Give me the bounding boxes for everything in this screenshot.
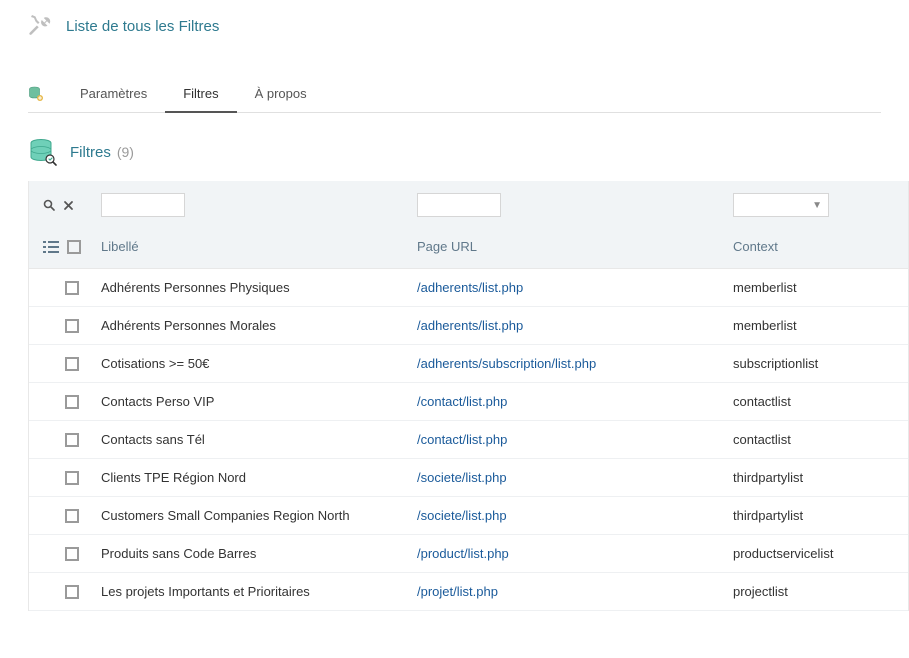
row-checkbox[interactable] <box>65 471 79 485</box>
filter-context-select[interactable]: ▼ <box>733 193 829 217</box>
row-checkbox[interactable] <box>65 547 79 561</box>
row-context: subscriptionlist <box>733 356 894 371</box>
row-label: Adhérents Personnes Physiques <box>101 280 417 295</box>
row-url-link[interactable]: /contact/list.php <box>417 432 507 447</box>
row-label: Clients TPE Région Nord <box>101 470 417 485</box>
table-row: Cotisations >= 50€/adherents/subscriptio… <box>29 345 908 383</box>
row-context: contactlist <box>733 432 894 447</box>
row-context: projectlist <box>733 584 894 599</box>
select-columns-icon[interactable] <box>43 240 59 254</box>
row-label: Produits sans Code Barres <box>101 546 417 561</box>
row-label: Les projets Importants et Prioritaires <box>101 584 417 599</box>
tab-apropos[interactable]: À propos <box>237 76 325 113</box>
row-context: contactlist <box>733 394 894 409</box>
row-label: Adhérents Personnes Morales <box>101 318 417 333</box>
table-row: Les projets Importants et Prioritaires/p… <box>29 573 908 611</box>
table-row: Clients TPE Région Nord/societe/list.php… <box>29 459 908 497</box>
filters-grid: ▼ Libellé Page URL Context Adhére <box>28 181 909 611</box>
row-url-link[interactable]: /adherents/list.php <box>417 318 523 333</box>
row-checkbox[interactable] <box>65 395 79 409</box>
tab-parametres[interactable]: Paramètres <box>62 76 165 113</box>
row-url-link[interactable]: /contact/list.php <box>417 394 507 409</box>
row-label: Customers Small Companies Region North <box>101 508 417 523</box>
section-title: Filtres <box>70 144 111 161</box>
col-header-label[interactable]: Libellé <box>101 239 417 254</box>
row-url-link[interactable]: /adherents/list.php <box>417 280 523 295</box>
row-checkbox[interactable] <box>65 509 79 523</box>
row-label: Cotisations >= 50€ <box>101 356 417 371</box>
table-row: Contacts Perso VIP/contact/list.php conta… <box>29 383 908 421</box>
row-context: memberlist <box>733 280 894 295</box>
filter-label-input[interactable] <box>101 193 185 217</box>
search-icon[interactable] <box>43 199 55 211</box>
row-label: Contacts sans Tél <box>101 432 417 447</box>
row-checkbox[interactable] <box>65 433 79 447</box>
row-context: thirdpartylist <box>733 470 894 485</box>
row-url-link[interactable]: /societe/list.php <box>417 508 507 523</box>
db-add-icon <box>28 86 44 102</box>
clear-filter-icon[interactable] <box>63 200 74 211</box>
table-row: Produits sans Code Barres/product/list.p… <box>29 535 908 573</box>
page-title: Liste de tous les Filtres <box>66 18 219 35</box>
header-row: Libellé Page URL Context <box>29 229 908 269</box>
row-checkbox[interactable] <box>65 319 79 333</box>
section-count: (9) <box>117 144 134 160</box>
row-url-link[interactable]: /product/list.php <box>417 546 509 561</box>
row-url-link[interactable]: /projet/list.php <box>417 584 498 599</box>
filter-url-input[interactable] <box>417 193 501 217</box>
table-row: Customers Small Companies Region North/s… <box>29 497 908 535</box>
tabs: ParamètresFiltresÀ propos <box>28 76 881 113</box>
row-context: productservicelist <box>733 546 894 561</box>
row-context: thirdpartylist <box>733 508 894 523</box>
row-url-link[interactable]: /societe/list.php <box>417 470 507 485</box>
row-label: Contacts Perso VIP <box>101 394 417 409</box>
chevron-down-icon: ▼ <box>812 200 822 211</box>
row-checkbox[interactable] <box>65 585 79 599</box>
database-search-icon <box>28 137 58 167</box>
col-header-context[interactable]: Context <box>733 239 894 254</box>
filter-row: ▼ <box>29 181 908 229</box>
tab-filtres[interactable]: Filtres <box>165 76 236 113</box>
table-row: Adhérents Personnes Morales/adherents/li… <box>29 307 908 345</box>
table-row: Adhérents Personnes Physiques/adherents/… <box>29 269 908 307</box>
row-checkbox[interactable] <box>65 357 79 371</box>
row-context: memberlist <box>733 318 894 333</box>
row-checkbox[interactable] <box>65 281 79 295</box>
col-header-url[interactable]: Page URL <box>417 239 733 254</box>
select-all-checkbox[interactable] <box>67 240 81 254</box>
table-row: Contacts sans Tél/contact/list.php contac… <box>29 421 908 459</box>
row-url-link[interactable]: /adherents/subscription/list.php <box>417 356 596 371</box>
tools-icon <box>28 14 52 38</box>
